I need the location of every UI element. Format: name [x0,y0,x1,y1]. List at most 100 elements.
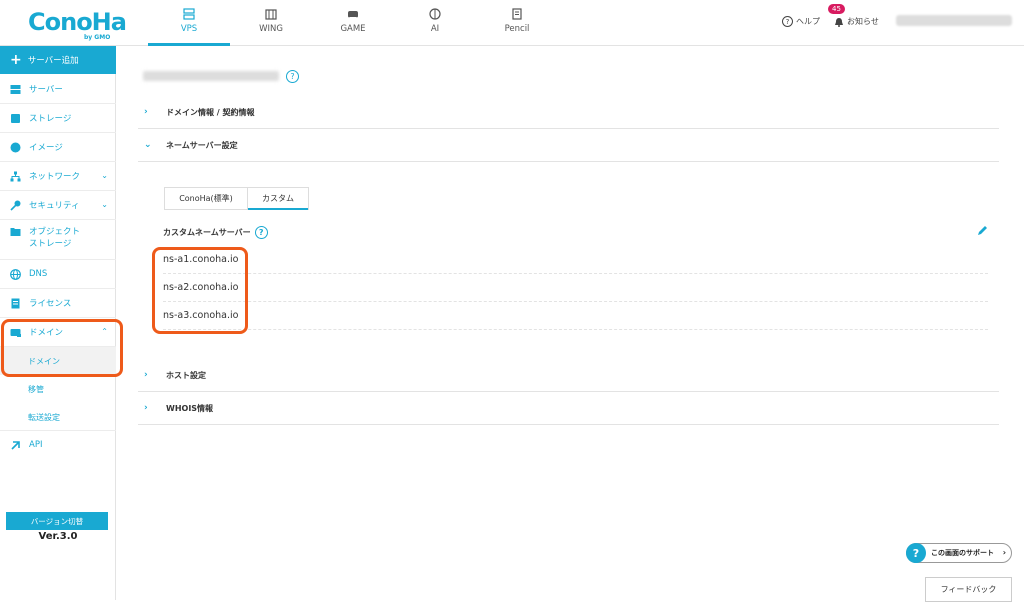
top-header: ConoHa by GMO VPS WING GAME AI Pencil ? … [0,0,1024,46]
help-label: ヘルプ [796,17,820,26]
section-whois[interactable]: › WHOIS情報 [138,392,999,425]
help-link[interactable]: ? ヘルプ [782,16,820,27]
chevron-down-icon: ⌄ [101,171,108,180]
sidebar-item-label: API [29,440,43,450]
tab-vps-label: VPS [180,24,198,34]
custom-nameserver-heading: カスタムネームサーバー ? [163,226,268,239]
sidebar-item-label: ドメイン [29,328,64,338]
folder-icon [10,228,21,236]
tab-conoha-standard[interactable]: ConoHa(標準) [165,188,247,209]
license-icon [11,298,20,308]
bell-icon [835,17,843,27]
chevron-down-icon: ⌄ [144,140,152,150]
storage-icon [11,113,20,123]
tab-vps[interactable]: VPS [148,0,230,46]
notice-link[interactable]: お知らせ [834,16,879,27]
tab-label: カスタム [262,194,294,203]
chevron-right-icon: › [1002,548,1006,557]
nameserver-value: ns-a3.conoha.io [163,310,239,321]
sidebar-item-dns[interactable]: DNS [0,260,116,289]
domain-icon [10,328,21,337]
chevron-up-icon: ⌃ [101,327,108,336]
sidebar-item-label: ライセンス [29,299,72,309]
globe-icon [10,268,21,280]
server-icon [10,84,21,94]
chevron-down-icon: ⌄ [101,200,108,209]
sidebar-subitem-forwarding[interactable]: 転送設定 [0,403,116,431]
sidebar-subitem-domain[interactable]: ドメイン [0,347,116,375]
support-label: この画面のサポート [931,549,994,557]
chevron-right-icon: › [144,107,148,117]
network-icon [10,171,21,181]
tab-pencil[interactable]: Pencil [476,0,558,46]
notice-label: お知らせ [847,17,879,26]
conoha-logo[interactable]: ConoHa by GMO [28,8,127,42]
nameserver-value: ns-a2.conoha.io [163,282,239,293]
tab-label: ConoHa(標準) [179,194,233,203]
logo-text: ConoHa [28,8,127,36]
sidebar-item-object-storage[interactable]: オブジェクト ストレージ [0,220,116,260]
section-host[interactable]: › ホスト設定 [138,359,999,392]
gamepad-icon [348,11,358,18]
tab-game[interactable]: GAME [312,0,394,46]
sidebar-item-server[interactable]: サーバー [0,75,116,104]
tab-wing-label: WING [259,24,283,34]
notification-badge: 45 [828,4,845,14]
tab-ai[interactable]: AI [394,0,476,46]
sidebar-item-label: DNS [29,269,48,279]
sidebar-item-label: セキュリティ [29,201,80,211]
image-globe-icon [10,142,21,152]
sidebar-item-image[interactable]: イメージ [0,133,116,162]
page-support-button[interactable]: ? この画面のサポート › [906,543,1012,563]
building-icon [265,9,277,20]
server-icon [183,8,195,20]
sidebar-item-domain[interactable]: ドメイン ⌃ [0,318,116,347]
sidebar-item-label: ネットワーク [29,172,81,182]
chevron-right-icon: › [144,370,148,380]
feedback-button[interactable]: フィードバック [925,577,1012,602]
sidebar-item-network[interactable]: ネットワーク ⌄ [0,162,116,191]
subitem-label: ドメイン [28,356,60,366]
question-icon: ? [782,16,793,27]
sidebar-item-label: イメージ [29,143,63,153]
heading-label: カスタムネームサーバー [163,228,251,237]
chevron-right-icon: › [144,403,148,413]
version-label: Ver.3.0 [38,531,78,542]
section-domain-info[interactable]: › ドメイン情報 / 契約情報 [138,96,999,129]
sidebar-item-security[interactable]: セキュリティ ⌄ [0,191,116,220]
sidebar-item-label: サーバー [29,85,63,95]
tab-custom[interactable]: カスタム [247,188,308,210]
add-server-button[interactable]: + サーバー追加 [0,46,116,74]
sidebar-item-storage[interactable]: ストレージ [0,104,116,133]
brain-icon [429,8,441,20]
logo-subtext: by GMO [84,34,111,41]
section-label: ホスト設定 [166,370,206,380]
api-icon [11,440,20,450]
service-tabs: VPS WING GAME AI Pencil [148,0,558,46]
pencil-edit-icon[interactable] [976,224,989,237]
pencil-doc-icon [512,8,522,20]
sidebar-item-label: オブジェクト ストレージ [29,227,81,250]
sidebar-subitem-transfer[interactable]: 移管 [0,375,116,403]
section-label: ドメイン情報 / 契約情報 [166,107,255,117]
subitem-label: 転送設定 [28,412,60,422]
section-nameserver[interactable]: ⌄ ネームサーバー設定 [138,129,999,162]
domain-name-blurred [143,71,279,81]
plus-icon: + [10,52,22,68]
tab-wing[interactable]: WING [230,0,312,46]
section-label: ネームサーバー設定 [166,140,238,150]
nameserver-row: ns-a1.conoha.io [163,246,988,274]
tab-game-label: GAME [340,24,366,34]
add-server-label: サーバー追加 [27,56,79,66]
nameserver-row: ns-a2.conoha.io [163,274,988,302]
key-icon [10,200,21,211]
sidebar-item-license[interactable]: ライセンス [0,289,116,318]
sidebar-item-api[interactable]: API [0,430,116,459]
title-help-icon[interactable]: ? [286,70,299,83]
sidebar-item-label: ストレージ [29,114,72,124]
nameserver-row: ns-a3.conoha.io [163,302,988,330]
version-switch-button[interactable]: バージョン切替 [6,512,108,530]
user-account-blurred[interactable] [896,15,1012,26]
nameserver-tabs: ConoHa(標準) カスタム [164,187,309,210]
question-icon[interactable]: ? [254,226,268,239]
